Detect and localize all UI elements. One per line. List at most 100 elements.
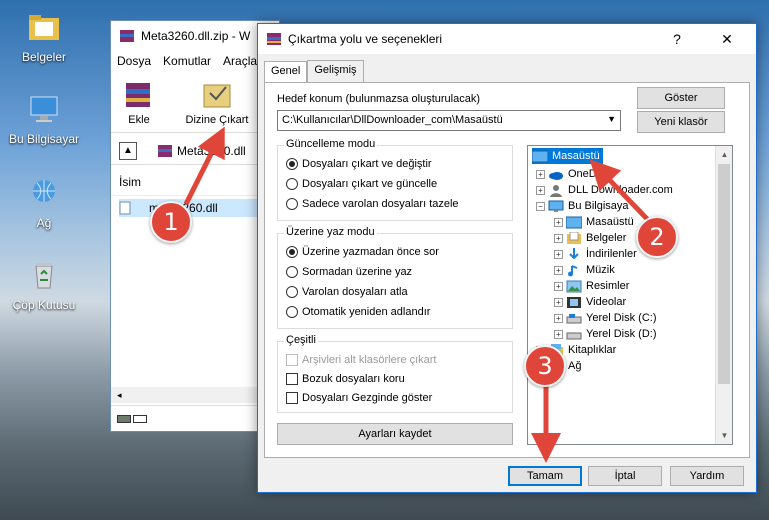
destination-label: Hedef konum (bulunmazsa oluşturulacak) xyxy=(277,93,480,105)
desktop-icon-label: Çöp Kutusu xyxy=(12,298,76,312)
extract-to-button[interactable]: Dizine Çıkart xyxy=(177,79,257,126)
tree-item-this-pc[interactable]: − Bu Bilgisaya xyxy=(536,198,629,214)
radio-selected xyxy=(286,158,298,170)
checkbox-show-in-explorer[interactable]: Dosyaları Gezginde göster xyxy=(286,392,432,404)
tree-item-label: Kitaplıklar xyxy=(568,344,617,356)
horizontal-scrollbar[interactable]: ◂ xyxy=(111,387,279,403)
drive-icon xyxy=(566,313,582,323)
expand-icon[interactable]: + xyxy=(554,265,563,275)
winrar-menubar: Dosya Komutlar Araçla xyxy=(111,51,279,71)
file-list: İsim meta3260.dll xyxy=(111,169,279,399)
destination-path-input[interactable]: C:\Kullanıcılar\DllDownloader_com\Masaüs… xyxy=(277,110,621,131)
winrar-icon xyxy=(120,30,134,42)
tree-item-desktop[interactable]: Masaüstü xyxy=(532,148,603,164)
list-item[interactable]: meta3260.dll xyxy=(119,199,279,217)
chevron-down-icon[interactable]: ▼ xyxy=(607,114,616,124)
close-button[interactable]: ✕ xyxy=(710,24,744,54)
tree-item-downloads[interactable]: + İndirilenler xyxy=(554,246,637,262)
dialog-tabs: Genel Gelişmiş xyxy=(264,60,364,83)
status-bar xyxy=(111,405,279,431)
cancel-button[interactable]: İptal xyxy=(588,466,662,486)
radio xyxy=(286,178,298,190)
folder-tree[interactable]: Masaüstü + OneDr + DLL Downloader.com − … xyxy=(527,145,733,445)
up-folder-icon[interactable]: ▲ xyxy=(119,141,137,160)
save-settings-button[interactable]: Ayarları kaydet xyxy=(277,423,513,445)
help-button[interactable]: ? xyxy=(660,24,694,54)
scroll-down-icon[interactable]: ▼ xyxy=(716,427,732,444)
overwrite-mode-group: Üzerine yaz modu Üzerine yazmadan önce s… xyxy=(277,226,513,329)
menu-commands[interactable]: Komutlar xyxy=(157,54,217,68)
tree-item-onedrive[interactable]: + OneDr xyxy=(536,166,600,182)
ok-button[interactable]: Tamam xyxy=(508,466,582,486)
tree-item-pictures[interactable]: + Resimler xyxy=(554,278,629,294)
radio-overwrite-without-prompt[interactable]: Sormadan üzerine yaz xyxy=(286,266,412,278)
radio-ask-before-overwrite[interactable]: Üzerine yazmadan önce sor xyxy=(286,246,439,258)
user-icon xyxy=(550,184,562,197)
expand-icon[interactable]: + xyxy=(554,249,563,259)
expand-icon[interactable]: + xyxy=(554,233,563,243)
radio-auto-rename[interactable]: Otomatik yeniden adlandır xyxy=(286,306,430,318)
tab-advanced[interactable]: Gelişmiş xyxy=(307,60,364,82)
desktop-icon-this-pc[interactable]: Bu Bilgisayar xyxy=(4,92,84,146)
folder-icon xyxy=(29,15,59,40)
expand-icon[interactable]: + xyxy=(554,281,563,291)
tree-item-label: DLL Downloader.com xyxy=(568,184,673,196)
tree-item-desktop-sub[interactable]: + Masaüstü xyxy=(554,214,634,230)
radio-refresh-existing[interactable]: Sadece varolan dosyaları tazele xyxy=(286,198,459,210)
desktop-icon-documents[interactable]: Belgeler xyxy=(4,10,84,64)
add-archive-icon xyxy=(126,83,150,107)
desktop-icon-recycle-bin[interactable]: Çöp Kutusu xyxy=(4,258,84,312)
help-dialog-button[interactable]: Yardım xyxy=(670,466,744,486)
checkbox-keep-broken[interactable]: Bozuk dosyaları koru xyxy=(286,373,405,385)
tab-general[interactable]: Genel xyxy=(264,61,308,83)
extract-folder-icon xyxy=(203,84,231,108)
new-folder-button[interactable]: Yeni klasör xyxy=(637,111,725,133)
tree-scrollbar[interactable]: ▲ ▼ xyxy=(715,146,732,444)
misc-group: Çeşitli Arşivleri alt klasörlere çıkart … xyxy=(277,334,513,413)
show-button[interactable]: Göster xyxy=(637,87,725,109)
misc-title: Çeşitli xyxy=(284,334,318,346)
pictures-icon xyxy=(566,280,582,292)
desktop-icon-label: Ağ xyxy=(36,216,52,230)
radio xyxy=(286,266,298,278)
expand-icon[interactable]: + xyxy=(554,313,563,323)
radio xyxy=(286,286,298,298)
winrar-toolbar: Ekle Dizine Çıkart xyxy=(111,77,279,133)
desktop-icon-network[interactable]: Ağ xyxy=(4,176,84,230)
radio-extract-update[interactable]: Dosyaları çıkart ve güncelle xyxy=(286,178,437,190)
tree-item-dll-downloader[interactable]: + DLL Downloader.com xyxy=(536,182,673,198)
drive-icon xyxy=(566,332,582,339)
tree-item-local-disk-c[interactable]: + Yerel Disk (C:) xyxy=(554,310,657,326)
dialog-titlebar[interactable]: Çıkartma yolu ve seçenekleri ? ✕ xyxy=(258,24,756,54)
winrar-titlebar[interactable]: Meta3260.dll.zip - W xyxy=(111,21,279,51)
expand-icon[interactable]: + xyxy=(554,297,563,307)
winrar-title: Meta3260.dll.zip - W xyxy=(141,29,251,43)
tree-item-documents[interactable]: + Belgeler xyxy=(554,230,626,246)
radio-label: Otomatik yeniden adlandır xyxy=(302,306,431,318)
scroll-thumb[interactable] xyxy=(718,164,730,384)
add-button[interactable]: Ekle xyxy=(119,79,159,126)
drive-icon xyxy=(117,414,131,423)
expand-icon[interactable]: + xyxy=(536,169,545,179)
radio-skip-existing[interactable]: Varolan dosyaları atla xyxy=(286,286,408,298)
expand-icon[interactable]: + xyxy=(554,329,563,339)
menu-file[interactable]: Dosya xyxy=(111,54,157,68)
winrar-window: Meta3260.dll.zip - W Dosya Komutlar Araç… xyxy=(110,20,280,432)
documents-icon xyxy=(567,231,581,244)
radio-extract-replace[interactable]: Dosyaları çıkart ve değiştir xyxy=(286,158,432,170)
column-header-name[interactable]: İsim xyxy=(111,169,279,196)
tree-item-videos[interactable]: + Videolar xyxy=(554,294,626,310)
radio xyxy=(286,306,298,318)
tree-item-local-disk-d[interactable]: + Yerel Disk (D:) xyxy=(554,326,657,342)
path-text: Meta3260.dll xyxy=(177,143,246,158)
expand-icon[interactable]: + xyxy=(554,217,563,227)
tree-item-music[interactable]: + Müzik xyxy=(554,262,615,278)
extract-to-label: Dizine Çıkart xyxy=(185,114,249,126)
winrar-icon xyxy=(267,33,281,45)
expand-icon[interactable]: + xyxy=(536,185,545,195)
scroll-up-icon[interactable]: ▲ xyxy=(716,146,732,163)
update-mode-title: Güncelleme modu xyxy=(284,138,378,150)
collapse-icon[interactable]: − xyxy=(536,201,545,211)
videos-icon xyxy=(567,296,581,308)
desktop-icon-label: Belgeler xyxy=(21,50,67,64)
